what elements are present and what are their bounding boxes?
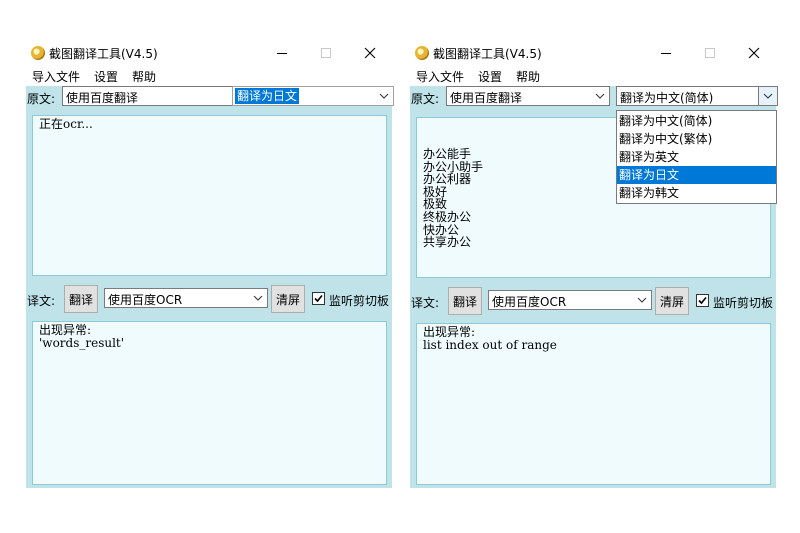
dropdown-option-japanese[interactable]: 翻译为日文 — [617, 166, 776, 184]
clipboard-label: 监听剪切板 — [329, 294, 390, 308]
source-engine-select[interactable]: 使用百度翻译 — [62, 86, 254, 106]
checkmark-icon — [698, 296, 707, 305]
ocr-engine-select[interactable]: 使用百度OCR — [104, 288, 268, 308]
target-language-value: 翻译为中文(简体) — [620, 91, 714, 105]
checkmark-icon — [314, 294, 323, 303]
menu-settings[interactable]: 设置 — [94, 68, 118, 85]
window-title: 截图翻译工具(V4.5) — [433, 47, 542, 61]
clear-screen-button[interactable]: 清屏 — [655, 287, 689, 315]
window-title: 截图翻译工具(V4.5) — [49, 47, 158, 61]
minimize-button[interactable] — [260, 40, 304, 66]
maximize-button[interactable] — [304, 40, 348, 66]
result-text: 出现异常: 'words_result' — [39, 323, 125, 350]
target-language-dropdown: 翻译为中文(简体) 翻译为中文(繁体) 翻译为英文 翻译为日文 翻译为韩文 — [616, 110, 777, 204]
chevron-down-icon — [633, 291, 651, 309]
dropdown-option-zh-hant[interactable]: 翻译为中文(繁体) — [617, 130, 776, 148]
app-icon — [31, 46, 45, 60]
minimize-button[interactable] — [644, 40, 688, 66]
source-engine-value: 使用百度翻译 — [450, 91, 523, 105]
translate-label: 译文: — [27, 294, 56, 308]
maximize-icon — [705, 48, 715, 58]
target-language-value: 翻译为日文 — [235, 88, 300, 104]
close-icon — [748, 47, 760, 59]
title-bar[interactable]: 截图翻译工具(V4.5) — [26, 40, 392, 66]
translate-button[interactable]: 翻译 — [64, 285, 98, 313]
close-button[interactable] — [348, 40, 392, 66]
window-2: 截图翻译工具(V4.5) 导入文件 设置 帮助 原文: 使用百度翻译 翻译为中文… — [410, 40, 778, 488]
clipboard-label: 监听剪切板 — [713, 296, 774, 310]
dropdown-option-english[interactable]: 翻译为英文 — [617, 148, 776, 166]
title-bar[interactable]: 截图翻译工具(V4.5) — [410, 40, 776, 66]
chevron-down-icon — [591, 87, 609, 105]
clipboard-checkbox[interactable] — [312, 292, 325, 305]
source-text-area[interactable]: 正在ocr... — [32, 115, 387, 276]
clear-screen-button[interactable]: 清屏 — [271, 285, 305, 313]
source-text: 办公能手 办公小助手 办公利器 极好 极致 终极办公 快办公 共享办公 — [423, 147, 484, 250]
dropdown-option-korean[interactable]: 翻译为韩文 — [617, 184, 776, 202]
chevron-down-icon — [758, 87, 777, 105]
result-text: 出现异常: list index out of range — [423, 325, 557, 352]
menu-settings[interactable]: 设置 — [478, 68, 502, 85]
source-label: 原文: — [27, 92, 56, 106]
maximize-button[interactable] — [688, 40, 732, 66]
translate-label: 译文: — [411, 296, 440, 310]
target-language-select[interactable]: 翻译为中文(简体) — [616, 86, 778, 106]
close-icon — [364, 47, 376, 59]
source-engine-value: 使用百度翻译 — [66, 91, 139, 105]
source-text: 正在ocr... — [39, 117, 93, 131]
menu-import-file[interactable]: 导入文件 — [416, 68, 464, 85]
menu-help[interactable]: 帮助 — [516, 68, 540, 85]
chevron-down-icon — [249, 289, 267, 307]
chevron-down-icon — [375, 87, 393, 105]
source-label: 原文: — [411, 92, 440, 106]
translate-button[interactable]: 翻译 — [448, 287, 482, 315]
dropdown-option-zh-hans[interactable]: 翻译为中文(简体) — [617, 112, 776, 130]
close-button[interactable] — [732, 40, 776, 66]
result-text-area[interactable]: 出现异常: 'words_result' — [32, 321, 387, 485]
app-icon — [415, 46, 429, 60]
minimize-icon — [277, 53, 287, 54]
result-text-area[interactable]: 出现异常: list index out of range — [416, 323, 771, 485]
clipboard-checkbox[interactable] — [696, 294, 709, 307]
ocr-engine-value: 使用百度OCR — [108, 293, 183, 307]
ocr-engine-value: 使用百度OCR — [492, 295, 567, 309]
window-1: 截图翻译工具(V4.5) 导入文件 设置 帮助 原文: 使用百度翻译 翻译为日文… — [26, 40, 394, 488]
minimize-icon — [661, 53, 671, 54]
menu-bar: 导入文件 设置 帮助 — [410, 66, 776, 86]
target-language-select[interactable]: 翻译为日文 — [232, 86, 394, 106]
ocr-engine-select[interactable]: 使用百度OCR — [488, 290, 652, 310]
source-engine-select[interactable]: 使用百度翻译 — [446, 86, 610, 106]
maximize-icon — [321, 48, 331, 58]
menu-import-file[interactable]: 导入文件 — [32, 68, 80, 85]
menu-bar: 导入文件 设置 帮助 — [26, 66, 392, 86]
menu-help[interactable]: 帮助 — [132, 68, 156, 85]
